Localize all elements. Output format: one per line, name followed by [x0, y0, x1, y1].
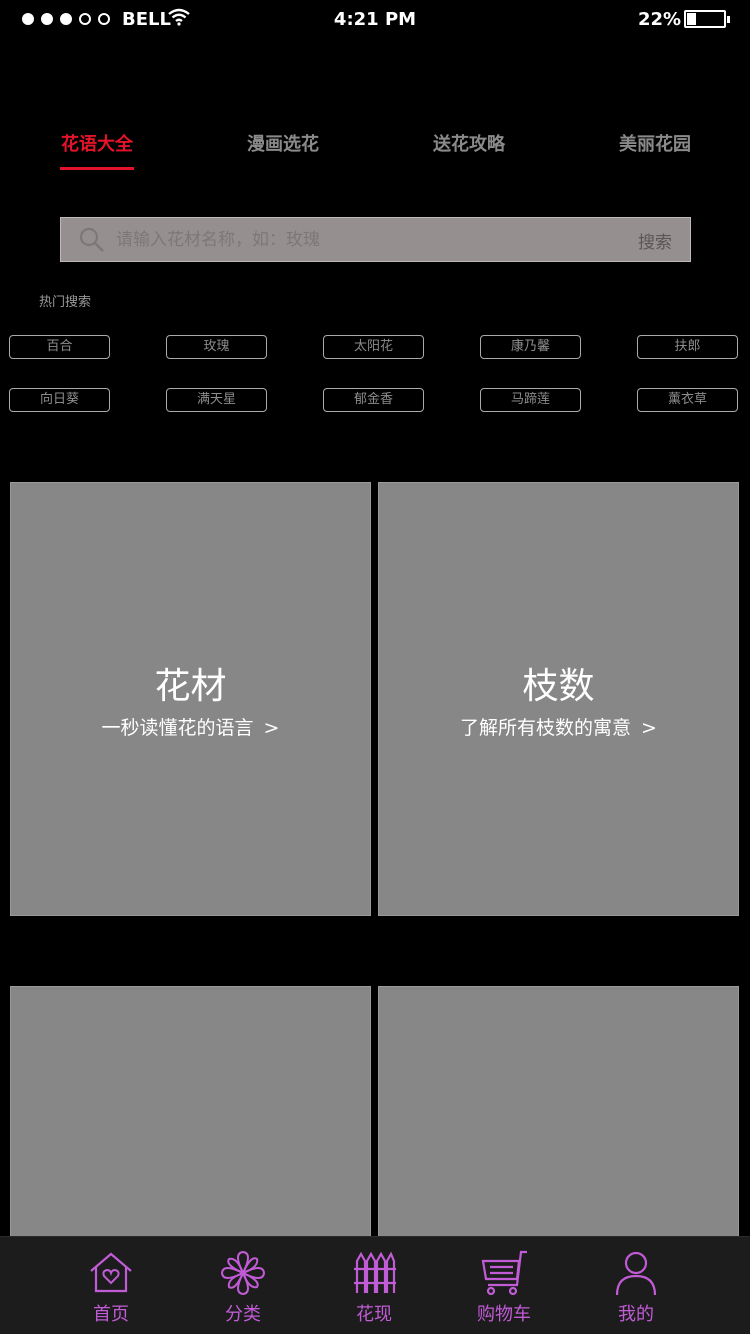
tab-comic-flowers[interactable]: 漫画选花: [223, 130, 343, 156]
battery-percent: 22%: [638, 9, 682, 30]
hot-tag[interactable]: 向日葵: [9, 388, 110, 412]
nav-home[interactable]: 首页: [71, 1249, 151, 1326]
nav-cart[interactable]: 购物车: [464, 1249, 544, 1326]
chevron-right-icon: >: [641, 717, 657, 739]
hot-tag[interactable]: 薰衣草: [637, 388, 738, 412]
flower-materials-card[interactable]: 花材 一秒读懂花的语言 >: [10, 482, 371, 916]
nav-category[interactable]: 分类: [203, 1249, 283, 1326]
fence-icon: [354, 1251, 396, 1293]
hot-tag[interactable]: 玫瑰: [166, 335, 267, 359]
status-bar: BELL 4:21 PM 22%: [0, 0, 750, 40]
content-card[interactable]: [10, 986, 371, 1246]
search-input[interactable]: [116, 218, 616, 261]
tab-gifting-guide[interactable]: 送花攻略: [409, 130, 529, 156]
flower-icon: [220, 1250, 266, 1296]
hot-tag[interactable]: 百合: [9, 335, 110, 359]
cart-icon: [481, 1250, 527, 1296]
search-bar: 搜索: [60, 217, 691, 262]
card-title: 花材: [154, 666, 227, 707]
hot-tag[interactable]: 马蹄莲: [480, 388, 581, 412]
hot-tag[interactable]: 郁金香: [323, 388, 424, 412]
nav-label: 购物车: [477, 1304, 531, 1325]
card-title: 枝数: [522, 666, 595, 707]
active-tab-indicator: [60, 167, 134, 170]
nav-profile[interactable]: 我的: [596, 1249, 676, 1326]
search-icon: [79, 227, 104, 252]
bottom-navigation: 首页 分类 花现 购物车 我的: [0, 1236, 750, 1334]
battery-icon: [684, 10, 730, 28]
hot-tag[interactable]: 康乃馨: [480, 335, 581, 359]
tab-beautiful-garden[interactable]: 美丽花园: [595, 130, 715, 156]
nav-label: 我的: [618, 1304, 654, 1325]
card-subtitle: 一秒读懂花的语言 >: [101, 717, 280, 739]
nav-label: 首页: [93, 1304, 129, 1325]
search-button[interactable]: 搜索: [638, 228, 672, 253]
content-card[interactable]: [378, 986, 739, 1246]
stem-count-card[interactable]: 枝数 了解所有枝数的寓意 >: [378, 482, 739, 916]
nav-label: 分类: [225, 1304, 261, 1325]
person-icon: [615, 1251, 657, 1296]
hot-search-label: 热门搜索: [39, 295, 92, 310]
hot-tag[interactable]: 扶郎: [637, 335, 738, 359]
card-subtitle: 了解所有枝数的寓意 >: [460, 717, 657, 739]
tab-flower-language[interactable]: 花语大全: [37, 130, 157, 156]
chevron-right-icon: >: [263, 717, 280, 739]
tab-bar: 花语大全 漫画选花 送花攻略 美丽花园: [0, 130, 750, 170]
nav-label: 花现: [356, 1304, 392, 1325]
hot-tag[interactable]: 太阳花: [323, 335, 424, 359]
nav-discover[interactable]: 花现: [334, 1249, 414, 1326]
home-heart-icon: [90, 1252, 132, 1293]
hot-tag[interactable]: 满天星: [166, 388, 267, 412]
